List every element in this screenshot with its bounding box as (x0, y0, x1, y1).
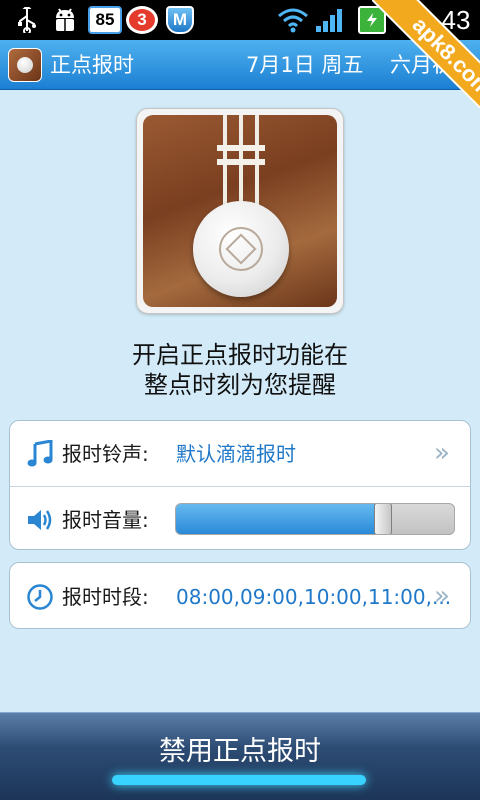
usb-icon (14, 6, 40, 34)
watermark-text: apk8.com (372, 0, 480, 108)
pendulum-clock-icon (143, 115, 337, 307)
header-date: 7月1日 周五 (246, 53, 364, 77)
description-line-1: 开启正点报时功能在 (132, 341, 348, 369)
signal-icon (314, 6, 346, 34)
volume-slider-thumb[interactable] (374, 504, 392, 534)
settings-panel: 报时铃声: 默认滴滴报时 » 报时音量: (9, 420, 471, 550)
description-line-2: 整点时刻为您提醒 (144, 371, 336, 399)
android-debug-icon (50, 6, 80, 34)
main-content: 开启正点报时功能在 整点时刻为您提醒 报时铃声: 默认滴滴报时 » 报时音量: (0, 90, 480, 712)
volume-slider[interactable] (175, 503, 455, 535)
period-value: 08:00,09:00,10:00,11:00,... (176, 585, 452, 609)
period-label: 报时时段: (62, 585, 149, 609)
disable-hourly-chime-button[interactable]: 禁用正点报时 (0, 713, 480, 783)
button-glow (112, 775, 366, 785)
volume-label: 报时音量: (62, 508, 149, 532)
ringtone-label: 报时铃声: (62, 442, 149, 466)
clock-icon (26, 583, 54, 611)
volume-slider-fill (176, 504, 383, 534)
page-title: 正点报时 (50, 53, 134, 77)
watermark: apk8.com (372, 0, 480, 108)
period-panel: 报时时段: 08:00,09:00,10:00,11:00,... » (9, 562, 471, 629)
m-shield-icon: M (166, 6, 194, 34)
period-row[interactable]: 报时时段: 08:00,09:00,10:00,11:00,... » (10, 564, 470, 628)
notification-badge: 85 (88, 6, 122, 34)
app-logo-icon (8, 48, 42, 82)
chevron-right-icon: » (434, 438, 450, 468)
ringtone-value: 默认滴滴报时 (176, 442, 296, 466)
ringtone-row[interactable]: 报时铃声: 默认滴滴报时 » (10, 421, 470, 485)
speaker-icon (26, 506, 54, 534)
volume-row: 报时音量: (10, 487, 470, 551)
unread-badge: 3 (126, 6, 158, 34)
bottom-bar: 禁用正点报时 (0, 712, 480, 800)
feature-description: 开启正点报时功能在 整点时刻为您提醒 (0, 340, 480, 400)
chevron-right-icon: » (434, 581, 450, 611)
wifi-icon (276, 6, 310, 34)
music-note-icon (26, 440, 54, 468)
hero-image (136, 108, 344, 314)
